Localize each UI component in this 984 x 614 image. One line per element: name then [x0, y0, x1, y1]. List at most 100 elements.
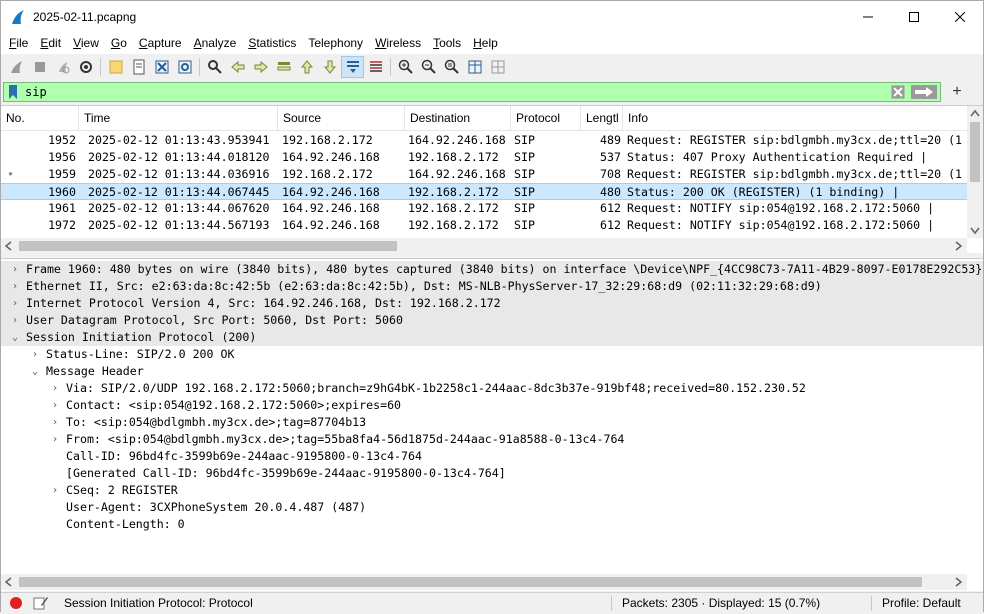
expand-chevron-icon[interactable]: › [9, 261, 21, 278]
detail-tree-row[interactable]: › User Datagram Protocol, Src Port: 5060,… [1, 312, 983, 329]
column-header-source[interactable]: Source [278, 106, 405, 131]
minimize-button[interactable] [845, 1, 891, 32]
detail-tree-text: Contact: <sip:054@192.168.2.172:5060>;ex… [66, 398, 402, 412]
menu-view[interactable]: View [67, 32, 105, 54]
column-header-no[interactable]: No. [1, 106, 79, 131]
normal-size-button[interactable] [440, 56, 463, 78]
open-file-button[interactable] [104, 56, 127, 78]
status-profile[interactable]: Profile: Default [882, 596, 961, 610]
packet-cell-src: 192.168.2.172 [282, 167, 373, 181]
find-packet-button[interactable] [203, 56, 226, 78]
capture-options-button[interactable] [74, 56, 97, 78]
column-header-destination[interactable]: Destination [405, 106, 511, 131]
packet-list-horizontal-scrollbar[interactable] [1, 238, 967, 253]
last-packet-button[interactable] [318, 56, 341, 78]
resize-columns-icon [468, 60, 481, 74]
start-capture-button[interactable] [5, 56, 28, 78]
packet-cell-len: 489 [600, 133, 621, 147]
packet-row[interactable]: • 1959 2025-02-12 01:13:44.036916 192.168.2… [1, 166, 967, 183]
column-header-time[interactable]: Time [79, 106, 278, 131]
maximize-button[interactable] [891, 1, 937, 32]
expand-chevron-icon[interactable]: › [9, 312, 21, 329]
close-file-button[interactable] [150, 56, 173, 78]
layout-icon [491, 60, 504, 74]
capture-comment-button[interactable] [33, 595, 49, 614]
packet-row[interactable]: 1961 2025-02-12 01:13:44.067620 164.92.246… [1, 200, 967, 217]
menu-telephony[interactable]: Telephony [302, 32, 369, 54]
go-to-packet-button[interactable] [272, 56, 295, 78]
menu-go[interactable]: Go [105, 32, 133, 54]
menu-capture[interactable]: Capture [133, 32, 188, 54]
apply-filter-button[interactable] [907, 82, 941, 102]
packet-cell-info: Status: 200 OK (REGISTER) (1 binding) | [627, 185, 900, 199]
zoom-out-button[interactable] [417, 56, 440, 78]
colorize-button[interactable] [364, 56, 387, 78]
clear-filter-button[interactable] [889, 82, 907, 102]
packet-cell-no: 1961 [48, 201, 76, 215]
expand-chevron-icon[interactable]: › [49, 397, 61, 414]
packet-row[interactable]: 1972 2025-02-12 01:13:44.567193 164.92.246… [1, 217, 967, 234]
detail-tree-row[interactable]: ⌄ Session Initiation Protocol (200) [1, 329, 983, 346]
resize-columns-button[interactable] [463, 56, 486, 78]
details-horizontal-scrollbar[interactable] [1, 574, 967, 590]
menu-analyze[interactable]: Analyze [188, 32, 243, 54]
packet-row[interactable]: 1952 2025-02-12 01:13:43.953941 192.168.2.… [1, 132, 967, 149]
collapse-chevron-icon[interactable]: ⌄ [29, 363, 41, 380]
detail-tree-row[interactable]: ⌄ Message Header [1, 363, 983, 380]
reload-file-button[interactable] [173, 56, 196, 78]
column-header-protocol[interactable]: Protocol [511, 106, 581, 131]
expand-chevron-icon[interactable]: › [29, 346, 41, 363]
detail-tree-text: User-Agent: 3CXPhoneSystem 20.0.4.487 (4… [66, 500, 367, 514]
detail-tree-row[interactable]: Content-Length: 0 [1, 516, 983, 533]
menu-wireless[interactable]: Wireless [369, 32, 427, 54]
expand-chevron-icon[interactable]: › [49, 380, 61, 397]
autoscroll-button[interactable] [341, 56, 364, 78]
menu-statistics[interactable]: Statistics [242, 32, 302, 54]
packet-row[interactable]: 1960 2025-02-12 01:13:44.067445 164.92.246… [1, 183, 967, 200]
detail-tree-row[interactable]: › Internet Protocol Version 4, Src: 164.9… [1, 295, 983, 312]
expand-chevron-icon[interactable]: › [49, 482, 61, 499]
add-filter-button[interactable]: + [945, 82, 969, 102]
expand-chevron-icon[interactable]: › [49, 414, 61, 431]
menu-file[interactable]: File [3, 32, 34, 54]
go-back-button[interactable] [226, 56, 249, 78]
bookmark-icon [8, 85, 17, 99]
detail-tree-row[interactable]: User-Agent: 3CXPhoneSystem 20.0.4.487 (4… [1, 499, 983, 516]
stop-capture-button[interactable] [28, 56, 51, 78]
expert-info-button[interactable] [9, 596, 23, 613]
expand-chevron-icon[interactable]: › [49, 431, 61, 448]
detail-tree-row[interactable]: › Status-Line: SIP/2.0 200 OK [1, 346, 983, 363]
go-forward-button[interactable] [249, 56, 272, 78]
detail-tree-row[interactable]: › From: <sip:054@bdlgmbh.my3cx.de>;tag=55… [1, 431, 983, 448]
menu-label: ools [439, 36, 462, 50]
detail-tree-row[interactable]: › Frame 1960: 480 bytes on wire (3840 bit… [1, 261, 983, 278]
close-button[interactable] [937, 1, 983, 32]
file-icon [133, 59, 144, 75]
detail-tree-row[interactable]: › To: <sip:054@bdlgmbh.my3cx.de>;tag=8770… [1, 414, 983, 431]
detail-tree-row[interactable]: › CSeq: 2 REGISTER [1, 482, 983, 499]
detail-tree-text: Internet Protocol Version 4, Src: 164.92… [26, 296, 501, 310]
expand-chevron-icon[interactable]: › [9, 278, 21, 295]
collapse-chevron-icon[interactable]: ⌄ [9, 329, 21, 346]
display-filter-input[interactable]: sip [21, 82, 889, 102]
menu-help[interactable]: Help [467, 32, 504, 54]
first-packet-button[interactable] [295, 56, 318, 78]
filter-bookmark-button[interactable] [3, 82, 21, 102]
menu-edit[interactable]: Edit [34, 32, 67, 54]
save-file-button[interactable] [127, 56, 150, 78]
menu-tools[interactable]: Tools [427, 32, 467, 54]
restart-capture-button[interactable] [51, 56, 74, 78]
column-header-info[interactable]: Info [623, 106, 967, 131]
detail-tree-row[interactable]: › Ethernet II, Src: e2:63:da:8c:42:5b (e2… [1, 278, 983, 295]
zoom-in-button[interactable] [394, 56, 417, 78]
column-header-length[interactable]: Lengtl [581, 106, 623, 131]
detail-tree-row[interactable]: › Via: SIP/2.0/UDP 192.168.2.172:5060;bra… [1, 380, 983, 397]
detail-tree-row[interactable]: Call-ID: 96bd4fc-3599b69e-244aac-9195800… [1, 448, 983, 465]
detail-tree-row[interactable]: › Contact: <sip:054@192.168.2.172:5060>;e… [1, 397, 983, 414]
expert-info-icon [10, 597, 22, 609]
layout-button[interactable] [486, 56, 509, 78]
detail-tree-row[interactable]: [Generated Call-ID: 96bd4fc-3599b69e-244… [1, 465, 983, 482]
packet-list-vertical-scrollbar[interactable] [967, 106, 983, 238]
expand-chevron-icon[interactable]: › [9, 295, 21, 312]
packet-row[interactable]: 1956 2025-02-12 01:13:44.018120 164.92.246… [1, 149, 967, 166]
